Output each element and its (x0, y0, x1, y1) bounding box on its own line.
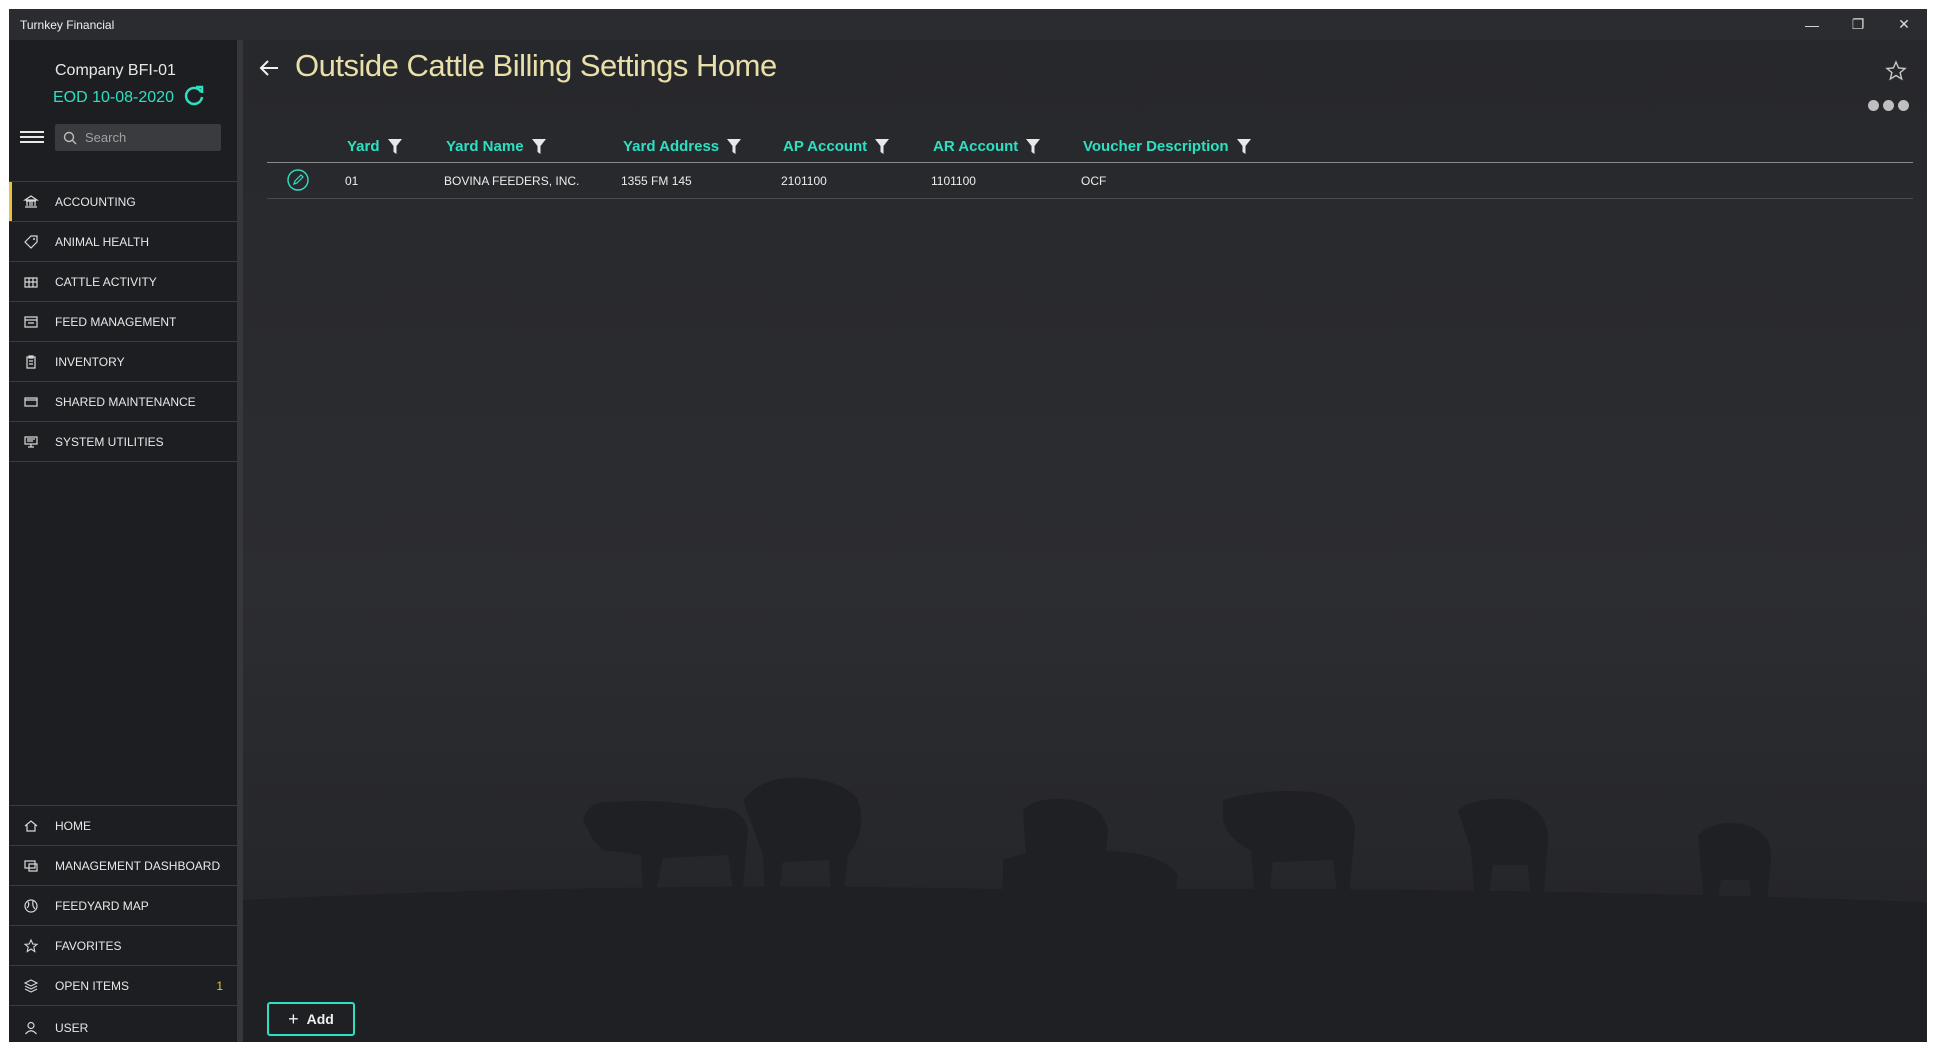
nav-label: HOME (55, 818, 91, 833)
nav-item-animal-health[interactable]: ANIMAL HEALTH (9, 222, 237, 262)
nav-item-system-utilities[interactable]: SYSTEM UTILITIES (9, 422, 237, 462)
nav-label: ANIMAL HEALTH (55, 234, 150, 249)
nav-label: SHARED MAINTENANCE (55, 394, 196, 409)
company-name: Company BFI-01 (55, 62, 176, 79)
clipboard-icon (26, 354, 36, 369)
layers-icon (23, 978, 39, 993)
filter-icon[interactable] (727, 139, 742, 154)
nav-label: SYSTEM UTILITIES (55, 434, 164, 449)
cell-yard: 01 (345, 174, 359, 188)
search-icon (63, 131, 77, 144)
column-header-yard[interactable]: Yard (347, 138, 402, 155)
primary-nav: ACCOUNTING ANIMAL HEALTH CATTLE ACTIVITY… (9, 181, 237, 462)
app-title: Turnkey Financial (20, 17, 115, 32)
page-title: Outside Cattle Billing Settings Home (295, 48, 777, 83)
cell-yard-address: 1355 FM 145 (621, 174, 692, 188)
nav-item-management-dashboard[interactable]: MANAGEMENT DASHBOARD (9, 846, 237, 886)
folder-icon (24, 396, 38, 407)
cell-yard-name: BOVINA FEEDERS, INC. (444, 174, 580, 188)
nav-label: FEED MANAGEMENT (55, 314, 177, 329)
nav-item-feed-management[interactable]: FEED MANAGEMENT (9, 302, 237, 342)
eod-date: EOD 10-08-2020 (53, 89, 174, 106)
close-button[interactable]: ✕ (1881, 9, 1927, 40)
nav-item-open-items[interactable]: OPEN ITEMS 1 (9, 966, 237, 1006)
home-icon (24, 819, 38, 832)
bank-icon (23, 194, 39, 208)
column-header-yard-name[interactable]: Yard Name (446, 138, 546, 155)
plus-icon: + (288, 1008, 299, 1029)
filter-icon[interactable] (1026, 139, 1041, 154)
search-box[interactable] (55, 124, 221, 151)
dashboard-icon (24, 859, 38, 872)
globe-icon (24, 898, 38, 913)
minimize-button[interactable]: — (1789, 9, 1835, 40)
main-content: Outside Cattle Billing Settings Home Yar… (243, 40, 1927, 1042)
secondary-nav: HOME MANAGEMENT DASHBOARD FEEDYARD MAP F… (9, 805, 237, 1042)
cell-ap-account: 2101100 (781, 174, 827, 188)
nav-label: CATTLE ACTIVITY (55, 274, 157, 289)
nav-label: MANAGEMENT DASHBOARD (55, 858, 221, 873)
nav-label: INVENTORY (55, 354, 125, 369)
star-icon (23, 938, 39, 953)
refresh-icon[interactable] (182, 84, 206, 108)
monitor-icon (24, 435, 38, 448)
column-header-ap-account[interactable]: AP Account (783, 138, 890, 155)
title-bar: Turnkey Financial — ❐ ✕ (9, 9, 1927, 40)
more-options-icon[interactable] (1868, 100, 1909, 111)
column-header-yard-address[interactable]: Yard Address (623, 138, 742, 155)
nav-label: FAVORITES (55, 938, 122, 953)
grid-header: Yard Yard Name Yard Address AP Account A… (267, 127, 1913, 163)
table-row[interactable]: 01 BOVINA FEEDERS, INC. 1355 FM 145 2101… (267, 163, 1913, 199)
tag-icon (24, 234, 38, 249)
app-window: Turnkey Financial — ❐ ✕ Company BFI-01 E… (9, 9, 1927, 1042)
nav-item-home[interactable]: HOME (9, 806, 237, 846)
restore-button[interactable]: ❐ (1835, 9, 1881, 40)
settings-grid: Yard Yard Name Yard Address AP Account A… (267, 127, 1913, 199)
filter-icon[interactable] (387, 139, 402, 154)
nav-label: FEEDYARD MAP (55, 898, 149, 913)
hamburger-menu-icon[interactable] (20, 128, 44, 146)
add-button[interactable]: + Add (267, 1002, 355, 1036)
window-controls: — ❐ ✕ (1789, 9, 1927, 40)
nav-label: OPEN ITEMS (55, 978, 130, 993)
add-button-label: Add (306, 1011, 334, 1027)
user-icon (25, 1021, 37, 1035)
nav-item-accounting[interactable]: ACCOUNTING (9, 182, 237, 222)
open-items-count-badge: 1 (216, 978, 223, 993)
back-arrow-icon[interactable] (257, 56, 281, 80)
filter-icon[interactable] (1236, 139, 1251, 154)
cell-voucher-description: OCF (1081, 174, 1107, 188)
edit-pencil-icon[interactable] (287, 169, 309, 191)
nav-item-cattle-activity[interactable]: CATTLE ACTIVITY (9, 262, 237, 302)
nav-label: ACCOUNTING (55, 194, 136, 209)
nav-item-user[interactable]: USER (9, 1006, 237, 1042)
cell-ar-account: 1101100 (931, 174, 976, 188)
nav-item-shared-maintenance[interactable]: SHARED MAINTENANCE (9, 382, 237, 422)
filter-icon[interactable] (875, 139, 890, 154)
feed-icon (24, 315, 38, 328)
sidebar: Company BFI-01 EOD 10-08-2020 ACCOUNTING (9, 40, 243, 1042)
nav-item-feedyard-map[interactable]: FEEDYARD MAP (9, 886, 237, 926)
nav-item-favorites[interactable]: FAVORITES (9, 926, 237, 966)
search-input[interactable] (83, 129, 217, 146)
column-header-ar-account[interactable]: AR Account (933, 138, 1041, 155)
nav-label: USER (55, 1021, 89, 1035)
favorite-star-icon[interactable] (1885, 60, 1907, 82)
filter-icon[interactable] (531, 139, 546, 154)
column-header-voucher-description[interactable]: Voucher Description (1083, 138, 1251, 155)
nav-item-inventory[interactable]: INVENTORY (9, 342, 237, 382)
grid-icon (24, 276, 38, 288)
